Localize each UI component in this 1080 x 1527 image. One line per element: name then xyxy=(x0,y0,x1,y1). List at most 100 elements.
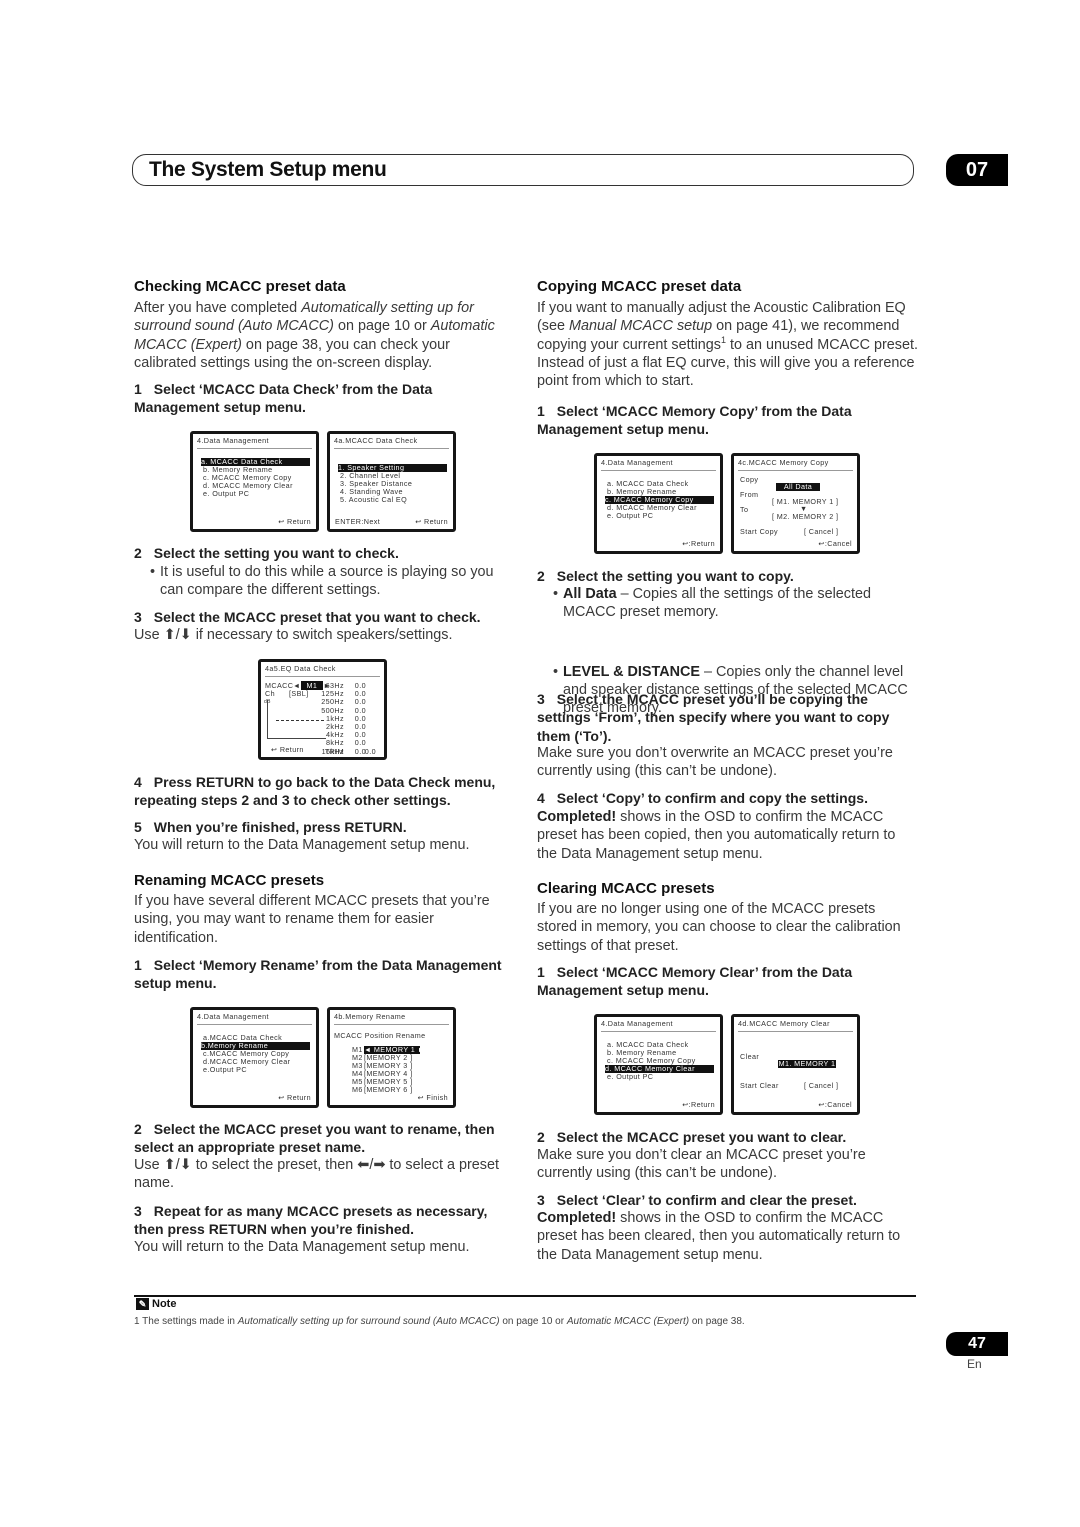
step-instruction: 1 Select ‘MCACC Memory Clear’ from the Da… xyxy=(537,963,919,1000)
osd-footer-return: ↩ Return xyxy=(278,517,311,526)
osd-screen-menu: 4.Data Management a. MCACC Data Check b. M… xyxy=(190,431,319,532)
step-instruction: 3 Select the MCACC preset that you want t… xyxy=(134,608,510,626)
page-number: 47 xyxy=(946,1332,1008,1356)
step-instruction: 2 Select the MCACC preset you want to ren… xyxy=(134,1120,510,1157)
osd-start-value: [ Cancel ] xyxy=(804,1081,839,1090)
osd-start-value: [ Cancel ] xyxy=(804,527,839,536)
osd-screen-rename: 4b.Memory Rename MCACC Position Rename M1 ◄… xyxy=(327,1007,456,1108)
step-text: Select the setting you want to copy. xyxy=(556,568,794,584)
step-number: 5 xyxy=(134,819,142,835)
paragraph: Completed! shows in the OSD to confirm t… xyxy=(537,1209,919,1264)
step-text: Repeat for as many MCACC presets as nece… xyxy=(134,1203,488,1238)
chapter-number: 07 xyxy=(946,154,1008,186)
osd-screen-menu: 4.Data Management a.MCACC Data Check b.Mem… xyxy=(190,1007,319,1108)
step-number: 2 xyxy=(537,568,545,584)
osd-screen-menu: 4.Data Management a. MCACC Data Check b. M… xyxy=(594,1014,723,1115)
step-text: Select the MCACC preset you’ll be copyin… xyxy=(537,691,890,744)
osd-footer-return: ↩ Return xyxy=(271,745,304,754)
osd-menu-item: e.Output PC xyxy=(203,1065,247,1074)
step-number: 3 xyxy=(537,691,545,707)
step-text: Select the setting you want to check. xyxy=(153,545,399,561)
text-segment: on page 38. xyxy=(689,1316,745,1327)
osd-footer-cancel: ↩:Cancel xyxy=(818,539,852,548)
step-text: Select ‘Clear’ to confirm and clear the … xyxy=(556,1192,857,1208)
osd-figure: 4.Data Management a. MCACC Data Check b. M… xyxy=(537,453,919,554)
step-text: Select ‘Memory Rename’ from the Data Man… xyxy=(134,957,502,992)
osd-title: 4a.MCACC Data Check xyxy=(334,437,449,449)
osd-screen-menu: 4a.MCACC Data Check 1. Speaker Setting 2. … xyxy=(327,431,456,532)
osd-footer-next: ENTER:Next xyxy=(335,517,381,526)
osd-title: 4.Data Management xyxy=(197,1013,312,1025)
section-heading: Clearing MCACC presets xyxy=(537,880,715,897)
paragraph: Completed! shows in the OSD to confirm t… xyxy=(537,808,919,863)
step-instruction: 1 Select ‘MCACC Data Check’ from the Data… xyxy=(134,380,510,417)
text-segment: LEVEL & DISTANCE xyxy=(563,663,700,680)
page-title: The System Setup menu xyxy=(149,158,387,181)
step-number: 3 xyxy=(134,1203,142,1219)
osd-figure: 4a5.EQ Data Check MCACC ◄ M1 ► Ch [SBL] dB 63Hz 0… xyxy=(134,659,510,760)
step-text: Select the MCACC preset you want to rena… xyxy=(134,1121,495,1156)
text-segment: It is useful to do this while a source i… xyxy=(160,564,494,599)
osd-screen-menu: 4.Data Management a. MCACC Data Check b. M… xyxy=(594,453,723,554)
osd-figure: 4.Data Management a.MCACC Data Check b.Mem… xyxy=(134,1007,510,1108)
text-segment: After you have completed xyxy=(134,300,302,316)
step-number: 4 xyxy=(537,790,545,806)
osd-to-value: [ M2. MEMORY 2 ] xyxy=(772,512,839,521)
text-segment: If you have several different MCACC pres… xyxy=(134,893,490,946)
paragraph: After you have completed Automatically s… xyxy=(134,299,510,372)
step-instruction: 2 Select the setting you want to check. xyxy=(134,544,510,562)
osd-title: 4.Data Management xyxy=(601,459,716,471)
pencil-icon: ✎ xyxy=(136,1298,149,1310)
osd-figure: 4.Data Management a. MCACC Data Check b. M… xyxy=(134,431,510,532)
step-text: Select ‘MCACC Memory Copy’ from the Data… xyxy=(537,403,852,438)
text-segment: Use ⬆/⬇ to select the preset, then ⬅/➡ t… xyxy=(134,1157,499,1192)
text-segment: Make sure you don’t clear an MCACC prese… xyxy=(537,1147,866,1182)
text-segment: Automatic MCACC (Expert) xyxy=(566,1316,690,1327)
osd-screen-eq: 4a5.EQ Data Check MCACC ◄ M1 ► Ch [SBL] dB 63Hz 0… xyxy=(258,659,387,760)
osd-footer-return: ↩:Return xyxy=(682,1100,715,1109)
osd-title: 4d.MCACC Memory Clear xyxy=(738,1020,853,1032)
osd-eq-graph xyxy=(267,700,326,739)
text-segment: You will return to the Data Management s… xyxy=(134,837,470,853)
section-heading: Renaming MCACC presets xyxy=(134,872,325,889)
osd-title: 4b.Memory Rename xyxy=(334,1013,449,1025)
paragraph: You will return to the Data Management s… xyxy=(134,836,510,854)
step-instruction: 4 Press RETURN to go back to the Data Che… xyxy=(134,773,510,810)
step-instruction: 3 Repeat for as many MCACC presets as nec… xyxy=(134,1202,510,1239)
step-instruction: 3 Select ‘Clear’ to confirm and clear the… xyxy=(537,1191,919,1209)
text-segment: You will return to the Data Management s… xyxy=(134,1239,470,1255)
osd-preset-name: [MEMORY 6 ] xyxy=(364,1085,413,1094)
left-column: Checking MCACC preset data After you have… xyxy=(134,0,510,1255)
step-text: Select the MCACC preset that you want to… xyxy=(153,609,481,625)
osd-menu-item: e. Output PC xyxy=(607,1072,654,1081)
step-instruction: 2 Select the setting you want to copy. xyxy=(537,567,919,585)
text-segment: Manual MCACC setup xyxy=(569,318,713,335)
paragraph: If you are no longer using one of the MC… xyxy=(537,900,919,955)
step-text: Select ‘MCACC Memory Clear’ from the Dat… xyxy=(537,964,853,999)
step-number: 4 xyxy=(134,774,142,790)
bullet-icon: • xyxy=(553,663,559,680)
osd-menu-item: e. Output PC xyxy=(203,489,250,498)
text-segment: Completed! xyxy=(537,1210,617,1226)
paragraph: If you have several different MCACC pres… xyxy=(134,892,510,947)
bullet-icon: • xyxy=(150,564,156,580)
text-segment: Automatically setting up for surround so… xyxy=(237,1316,500,1327)
bullet-item: • It is useful to do this while a source … xyxy=(134,563,510,600)
step-instruction: 2 Select the MCACC preset you want to cle… xyxy=(537,1128,919,1146)
right-column: Copying MCACC preset data If you want to … xyxy=(537,0,919,1263)
text-segment: Use ⬆/⬇ if necessary to switch speakers/… xyxy=(134,627,453,643)
step-text: When you’re finished, press RETURN. xyxy=(153,819,407,835)
osd-title: 4.Data Management xyxy=(601,1020,716,1032)
text-segment: All Data xyxy=(563,586,617,602)
osd-title: 4.Data Management xyxy=(197,437,312,449)
osd-subtitle: MCACC Position Rename xyxy=(334,1031,426,1040)
step-number: 2 xyxy=(134,545,142,561)
osd-footer-return: ↩ Return xyxy=(278,1093,311,1102)
step-number: 3 xyxy=(134,609,142,625)
osd-menu-item: e. Output PC xyxy=(607,511,654,520)
osd-screen-copy: 4c.MCACC Memory Copy Copy All Data From[ M1… xyxy=(731,453,860,554)
osd-copy-value: All Data xyxy=(776,483,820,491)
step-text: Select ‘Copy’ to confirm and copy the se… xyxy=(556,790,868,806)
bullet-item: • All Data – Copies all the settings of t… xyxy=(537,585,919,622)
step-instruction: 5 When you’re finished, press RETURN. xyxy=(134,818,510,836)
